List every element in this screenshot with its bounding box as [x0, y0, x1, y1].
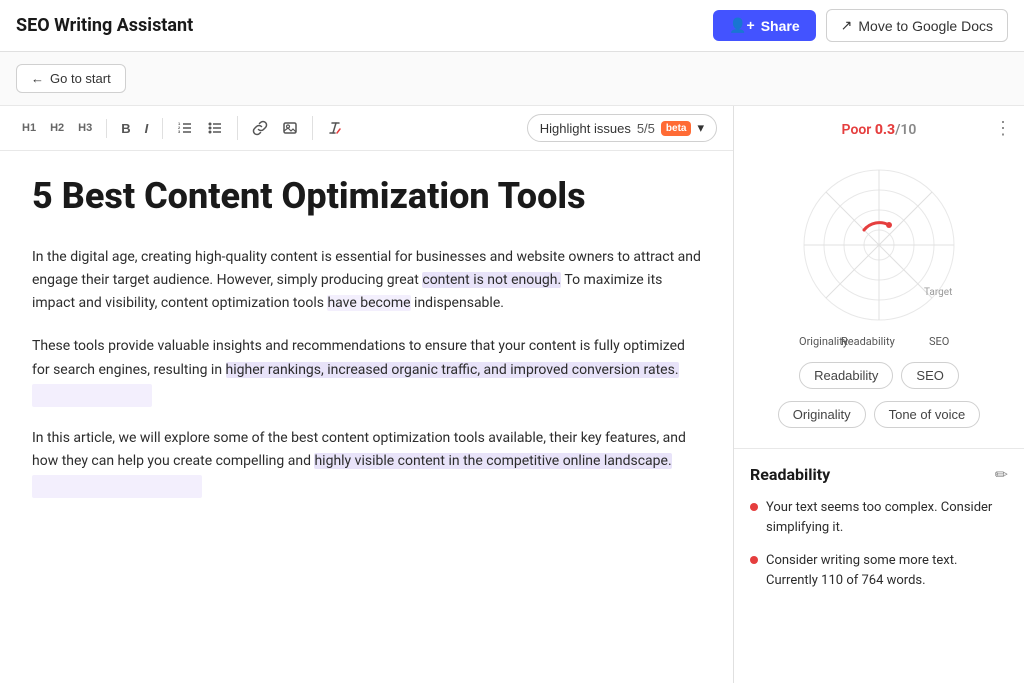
originality-pill[interactable]: Originality — [778, 401, 866, 428]
svg-text:SEO: SEO — [929, 335, 949, 348]
highlight-count: 5/5 — [637, 121, 655, 136]
paragraph-2: These tools provide valuable insights an… — [32, 335, 701, 406]
seo-pill[interactable]: SEO — [901, 362, 958, 389]
highlight-issues-label: Highlight issues — [540, 121, 631, 136]
clear-format-button[interactable] — [321, 116, 349, 140]
ordered-list-button[interactable]: 1 2 3 — [171, 116, 199, 140]
radar-chart: Target Readability SEO Originality — [769, 150, 989, 350]
edit-icon[interactable]: ✏ — [995, 465, 1008, 484]
svg-text:Originality: Originality — [799, 335, 849, 348]
list-group: 1 2 3 — [171, 116, 238, 140]
image-button[interactable] — [276, 116, 304, 140]
italic-button[interactable]: I — [139, 118, 155, 139]
editor-toolbar: H1 H2 H3 B I 1 2 3 — [0, 106, 733, 151]
h2-button[interactable]: H2 — [44, 119, 70, 138]
readability-items: Your text seems too complex. Consider si… — [750, 498, 1008, 590]
readability-header: Readability ✏ — [750, 465, 1008, 484]
paragraph-3: In this article, we will explore some of… — [32, 427, 701, 498]
go-start-button[interactable]: ← Go to start — [16, 64, 126, 93]
score-label: Poor 0.3/10 — [842, 122, 917, 138]
category-pills: Readability SEO — [783, 354, 975, 401]
score-section: ⋮ Poor 0.3/10 — [734, 106, 1024, 449]
go-start-arrow-icon: ← — [31, 71, 44, 86]
header-actions: 👤+ Share ↗ Move to Google Docs — [713, 9, 1008, 42]
heading-group: H1 H2 H3 — [16, 119, 107, 138]
editor-content[interactable]: 5 Best Content Optimization Tools In the… — [0, 151, 733, 683]
readability-dot-2 — [750, 556, 758, 564]
unordered-list-button[interactable] — [201, 116, 229, 140]
h3-button[interactable]: H3 — [72, 119, 98, 138]
highlight-chevron-icon: ▾ — [697, 120, 704, 136]
svg-text:3: 3 — [178, 129, 181, 134]
h1-button[interactable]: H1 — [16, 119, 42, 138]
document-title: 5 Best Content Optimization Tools — [32, 175, 701, 218]
paragraph-1: In the digital age, creating high-qualit… — [32, 246, 701, 315]
clear-format-group — [321, 116, 357, 140]
readability-section: Readability ✏ Your text seems too comple… — [734, 449, 1024, 606]
beta-badge: beta — [661, 121, 692, 136]
format-group: B I — [115, 118, 163, 139]
insert-group — [246, 116, 313, 140]
link-button[interactable] — [246, 116, 274, 140]
svg-text:Readability: Readability — [841, 335, 896, 348]
tone-of-voice-pill[interactable]: Tone of voice — [874, 401, 981, 428]
panel-menu-button[interactable]: ⋮ — [994, 118, 1012, 139]
main-layout: H1 H2 H3 B I 1 2 3 — [0, 106, 1024, 683]
app-title: SEO Writing Assistant — [16, 15, 193, 36]
svg-text:Target: Target — [924, 287, 952, 298]
readability-dot-1 — [750, 503, 758, 511]
highlight-issues-button[interactable]: Highlight issues 5/5 beta ▾ — [527, 114, 717, 142]
move-docs-icon: ↗ — [841, 17, 853, 34]
go-start-bar: ← Go to start — [0, 52, 1024, 106]
move-to-docs-button[interactable]: ↗ Move to Google Docs — [826, 9, 1008, 42]
readability-text-1: Your text seems too complex. Consider si… — [766, 498, 1008, 537]
share-icon: 👤+ — [729, 17, 755, 34]
right-panel: ⋮ Poor 0.3/10 — [734, 106, 1024, 683]
readability-item-2: Consider writing some more text. Current… — [750, 551, 1008, 590]
readability-pill[interactable]: Readability — [799, 362, 893, 389]
category-pills-2: Originality Tone of voice — [762, 401, 996, 440]
readability-item-1: Your text seems too complex. Consider si… — [750, 498, 1008, 537]
readability-title: Readability — [750, 465, 830, 484]
app-header: SEO Writing Assistant 👤+ Share ↗ Move to… — [0, 0, 1024, 52]
editor-panel: H1 H2 H3 B I 1 2 3 — [0, 106, 734, 683]
readability-text-2: Consider writing some more text. Current… — [766, 551, 1008, 590]
bold-button[interactable]: B — [115, 118, 136, 139]
share-button[interactable]: 👤+ Share — [713, 10, 816, 41]
